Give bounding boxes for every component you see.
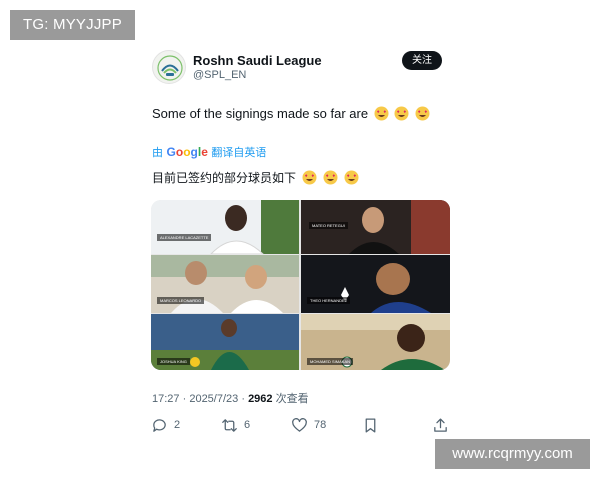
media-tile-king[interactable]: JOSHUA KING bbox=[151, 314, 299, 370]
player-name-tag: THEO HERNANDEZ bbox=[307, 297, 351, 304]
reply-count: 2 bbox=[174, 419, 181, 431]
view-label: 次查看 bbox=[275, 392, 309, 405]
tweet-time[interactable]: 17:27 bbox=[152, 393, 180, 405]
meta-separator: · bbox=[241, 393, 245, 405]
retweet-count: 6 bbox=[244, 419, 251, 431]
player-name-tag: JOSHUA KING bbox=[157, 358, 190, 365]
player-name-tag: MARCOS LEONARDO bbox=[157, 297, 205, 304]
heart-eyes-emoji-icon bbox=[323, 170, 338, 185]
tweet-text: Some of the signings made so far are bbox=[152, 106, 430, 121]
media-tile-retegui[interactable]: MATEO RETEGUI bbox=[301, 200, 450, 254]
heart-eyes-emoji-icon bbox=[302, 170, 317, 185]
author-name[interactable]: Roshn Saudi League bbox=[193, 53, 322, 68]
translation-attribution[interactable]: 由 Google 翻译自英语 bbox=[152, 144, 266, 160]
like-count: 78 bbox=[314, 419, 327, 431]
player-name-tag: MOHAMED SIMAKAN bbox=[307, 358, 354, 365]
retweet-icon bbox=[222, 418, 237, 432]
media-tile-simakan[interactable]: MOHAMED SIMAKAN bbox=[301, 314, 450, 370]
media-tile-lacazette[interactable]: ALEXANDRE LACAZETTE bbox=[151, 200, 299, 254]
media-tile-leonardo[interactable]: MARCOS LEONARDO bbox=[151, 255, 299, 313]
heart-eyes-emoji-icon bbox=[394, 106, 409, 121]
retweet-button[interactable]: 6 bbox=[221, 416, 250, 434]
player-name-tag: ALEXANDRE LACAZETTE bbox=[157, 234, 212, 241]
translated-text: 目前已签约的部分球员如下 bbox=[152, 169, 359, 186]
tweet-date[interactable]: 2025/7/23 bbox=[189, 393, 238, 405]
view-count: 2962 bbox=[248, 393, 273, 405]
heart-eyes-emoji-icon bbox=[344, 170, 359, 185]
tweet-body: Some of the signings made so far are bbox=[152, 106, 369, 121]
watermark-top: TG: MYYJJPP bbox=[10, 10, 135, 40]
translation-label: 翻译自英语 bbox=[211, 146, 267, 159]
share-icon bbox=[434, 417, 447, 432]
heart-eyes-emoji-icon bbox=[415, 106, 430, 121]
author-handle[interactable]: @SPL_EN bbox=[193, 69, 246, 81]
reply-icon bbox=[153, 418, 166, 432]
share-button[interactable] bbox=[432, 416, 449, 434]
translated-body: 目前已签约的部分球员如下 bbox=[152, 171, 297, 185]
follow-button[interactable]: 关注 bbox=[402, 51, 442, 70]
heart-icon bbox=[292, 417, 307, 432]
reply-button[interactable]: 2 bbox=[151, 416, 180, 434]
google-logo: Google bbox=[166, 145, 208, 159]
watermark-bottom: www.rcqrmyy.com bbox=[435, 439, 590, 469]
avatar[interactable] bbox=[152, 50, 186, 84]
spl-logo-icon bbox=[157, 55, 183, 81]
like-button[interactable]: 78 bbox=[291, 416, 326, 434]
player-name-tag: MATEO RETEGUI bbox=[309, 222, 348, 229]
translation-prefix: 由 bbox=[152, 146, 163, 159]
tweet-meta: 17:27 · 2025/7/23 · 2962 次查看 bbox=[152, 390, 309, 406]
heart-eyes-emoji-icon bbox=[374, 106, 389, 121]
bookmark-button[interactable] bbox=[362, 416, 379, 434]
media-tile-hernandez[interactable]: THEO HERNANDEZ bbox=[301, 255, 450, 313]
media-grid[interactable]: ALEXANDRE LACAZETTE MARCOS LEONARDO JOSH… bbox=[151, 200, 450, 370]
bookmark-icon bbox=[365, 417, 376, 433]
meta-separator: · bbox=[182, 393, 187, 405]
